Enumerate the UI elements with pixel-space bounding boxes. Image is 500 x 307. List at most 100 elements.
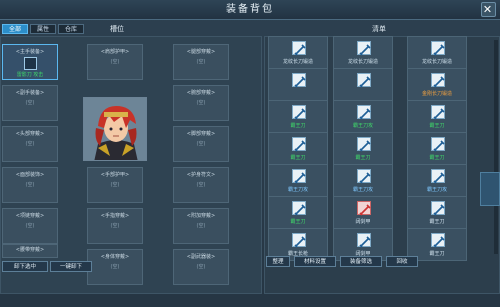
weapon-icon [357, 169, 371, 184]
equipment-filter-button[interactable]: 装备筛选 [340, 256, 382, 267]
weapon-icon [357, 41, 371, 56]
weapon-icon [292, 169, 306, 184]
tab-attributes[interactable]: 属性 [30, 24, 57, 34]
inventory-item[interactable]: 霸王刀 [407, 196, 467, 229]
item-name: 霸王刀 [429, 219, 445, 225]
unequip-selected-button[interactable]: 卸下选中 [2, 261, 48, 272]
inventory-item[interactable]: 霸王刀攻 [407, 164, 467, 197]
inventory-item[interactable]: 霸王刀攻 [333, 100, 393, 133]
material-settings-button[interactable]: 材料设置 [294, 256, 336, 267]
weapon-icon [431, 169, 445, 184]
slot-empty: (空) [196, 264, 206, 270]
inventory-item[interactable]: 霸王刀攻 [268, 164, 328, 197]
window-title-bar: 装备背包 ✕ [0, 0, 500, 20]
slot-label: <副武器装> [186, 254, 216, 260]
weapon-icon [292, 41, 306, 56]
recycle-button[interactable]: 回收 [386, 256, 418, 267]
slot-label: <主手装备> [15, 49, 45, 55]
slot-empty: (空) [25, 100, 35, 106]
slot-main-hand[interactable]: <主手装备> 雷影刀 攻击 [2, 44, 58, 80]
slot-amulet[interactable]: <护身符文> (空) [173, 167, 229, 203]
weapon-icon [292, 73, 306, 88]
slot-label: <手指穿戴> [100, 213, 130, 219]
tab-all[interactable]: 全部 [2, 24, 29, 34]
unequip-all-button[interactable]: 一键卸下 [50, 261, 92, 272]
inventory-item[interactable]: 龙纹长刀锻造 [407, 36, 467, 69]
weapon-icon [357, 233, 371, 248]
slot-empty: (空) [196, 141, 206, 147]
inventory-item[interactable]: 霸王刀 [268, 100, 328, 133]
inventory-item[interactable] [333, 68, 393, 101]
tab-warehouse[interactable]: 仓库 [58, 24, 85, 34]
inventory-item[interactable]: 阔剑甲 [333, 196, 393, 229]
slot-foot[interactable]: <脚部穿戴> (空) [173, 126, 229, 162]
inventory-item[interactable]: 龙纹长刀锻造 [333, 36, 393, 69]
slot-label: <头部穿戴> [15, 131, 45, 137]
slot-head[interactable]: <头部穿戴> (空) [2, 126, 58, 162]
inventory-item[interactable]: 龙纹长刀锻造 [268, 36, 328, 69]
inventory-item[interactable]: 霸王刀 [268, 196, 328, 229]
slot-finger[interactable]: <手指穿戴> (空) [87, 208, 143, 244]
slot-neck[interactable]: <项链穿戴> (空) [2, 208, 58, 244]
slot-off-hand[interactable]: <副手装备> (空) [2, 85, 58, 121]
scrollbar[interactable] [494, 40, 498, 254]
sort-button[interactable]: 整理 [266, 256, 290, 267]
slot-extra[interactable]: <附加穿戴> (空) [173, 208, 229, 244]
inventory-window: 装备背包 ✕ 全部 属性 仓库 槽位 清单 <主手装备> 雷影刀 攻击 <副手装… [0, 0, 500, 307]
item-name: 金刚长刀锻造 [421, 91, 452, 97]
slot-hand[interactable]: <手部护甲> (空) [87, 167, 143, 203]
slot-leg[interactable]: <腿部穿戴> (空) [173, 44, 229, 80]
item-name: 霸王刀 [429, 123, 445, 129]
slot-label: <附加穿戴> [186, 213, 216, 219]
slot-empty: (空) [196, 59, 206, 65]
inventory-item[interactable]: 霸王刀攻 [333, 164, 393, 197]
slot-label: <副手装备> [15, 90, 45, 96]
slot-label: <腕部穿戴> [186, 90, 216, 96]
item-name: 霸王刀 [290, 123, 306, 129]
slot-label: <脚部穿戴> [186, 131, 216, 137]
weapon-icon [431, 73, 445, 88]
slot-shoulder[interactable]: <肩部护甲> (空) [87, 44, 143, 80]
weapon-icon [357, 73, 371, 88]
weapon-icon [357, 105, 371, 120]
item-name: 霸王刀 [290, 155, 306, 161]
inventory-item[interactable]: 霸王刀 [407, 132, 467, 165]
item-name: 霸王刀攻 [352, 187, 373, 193]
slot-waist[interactable]: <腰带穿戴> [2, 244, 58, 258]
item-name: 霸王刀攻 [426, 187, 447, 193]
weapon-icon [357, 201, 371, 216]
slot-label: <面部装饰> [15, 172, 45, 178]
weapon-icon [431, 201, 445, 216]
inventory-item[interactable]: 霸王刀 [333, 132, 393, 165]
item-name: 霸王刀攻 [287, 187, 308, 193]
window-title: 装备背包 [226, 4, 274, 15]
slot-face[interactable]: <面部装饰> (空) [2, 167, 58, 203]
slot-empty: (空) [25, 141, 35, 147]
slot-label: <肩部护甲> [100, 49, 130, 55]
inventory-item[interactable]: 霸王刀 [407, 100, 467, 133]
inventory-item[interactable]: 霸王刀 [268, 132, 328, 165]
slot-wrist[interactable]: <腕部穿戴> (空) [173, 85, 229, 121]
weapon-icon [431, 137, 445, 152]
weapon-icon [292, 233, 306, 248]
slot-label: <腿部穿戴> [186, 49, 216, 55]
character-portrait [83, 97, 147, 161]
slot-secondary-weapon[interactable]: <副武器装> (空) [173, 249, 229, 285]
item-name: 霸王刀 [355, 155, 371, 161]
slot-empty: (空) [25, 223, 35, 229]
slot-empty: (空) [110, 182, 120, 188]
inventory-item[interactable] [268, 68, 328, 101]
slot-label: <手部护甲> [100, 172, 130, 178]
slot-empty: (空) [196, 100, 206, 106]
slot-empty: (空) [110, 223, 120, 229]
weapon-icon [431, 105, 445, 120]
side-tab[interactable] [480, 172, 500, 206]
close-button[interactable]: ✕ [481, 2, 496, 17]
slot-label: <身体穿戴> [100, 254, 130, 260]
slot-empty: (空) [110, 59, 120, 65]
item-name: 霸王刀攻 [352, 123, 373, 129]
inventory-item[interactable]: 金刚长刀锻造 [407, 68, 467, 101]
weapon-icon [292, 201, 306, 216]
slot-empty: (空) [25, 182, 35, 188]
slot-body[interactable]: <身体穿戴> (空) [87, 249, 143, 285]
